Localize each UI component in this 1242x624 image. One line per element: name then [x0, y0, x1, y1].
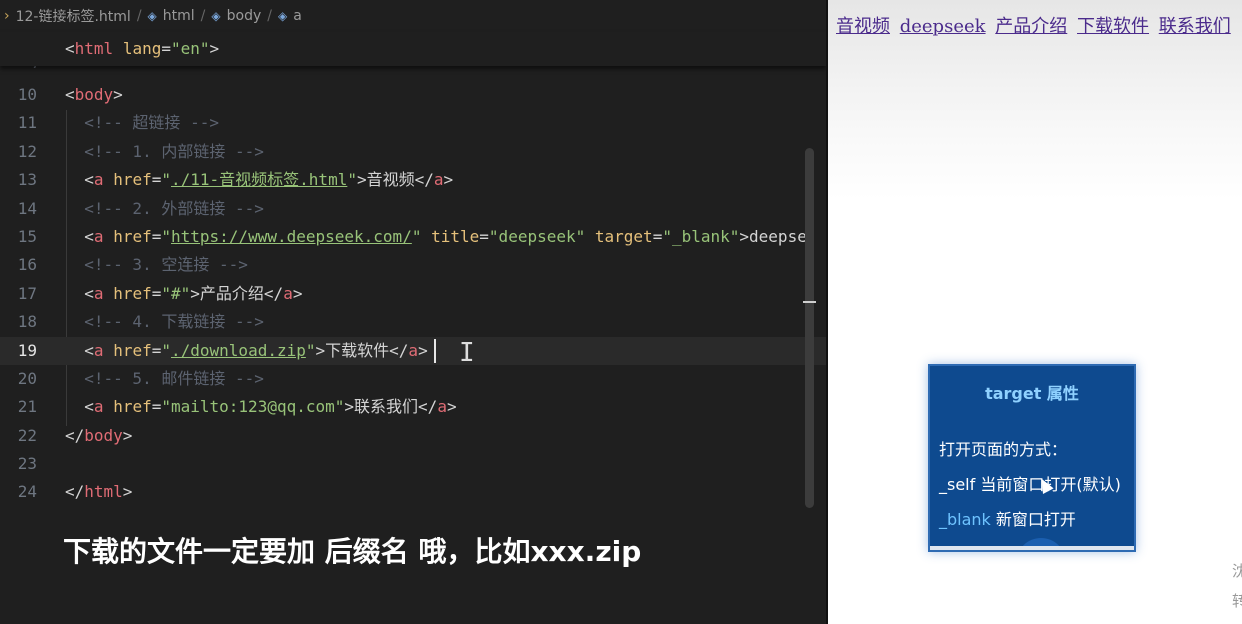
code-editor[interactable]: › 12-链接标签.html / ◈ html / ◈ body / ◈ a <…	[0, 0, 826, 624]
line-number: 15	[17, 226, 37, 246]
line-number: 13	[17, 170, 37, 190]
code-text: <a href="https://www.deepseek.com/" titl…	[84, 226, 807, 246]
video-subtitle: 下载的文件一定要加 后缀名 哦，比如xxx.zip	[63, 535, 642, 568]
line-number: 18	[17, 312, 37, 332]
sticky-scroll-header[interactable]: <html lang="en">	[0, 32, 826, 66]
line-number: 12	[17, 141, 37, 161]
code-line[interactable]: 13 <a href="./11-音视频标签.html">音视频</a>	[0, 166, 826, 194]
link-download-software[interactable]: 下载软件	[1077, 16, 1149, 37]
card-line-self: _self 当前窗口打开(默认)	[939, 471, 1121, 495]
code-line[interactable]: 17 <a href="#">产品介绍</a>	[0, 280, 826, 308]
code-line[interactable]: 18 <!-- 4. 下载链接 -->	[0, 308, 826, 336]
code-text: <a href="./download.zip">下载软件</a>	[84, 340, 428, 360]
code-line[interactable]: 15 <a href="https://www.deepseek.com/" t…	[0, 223, 826, 251]
code-line[interactable]: 22 </body>	[0, 422, 826, 450]
blank-keyword: _blank	[939, 510, 991, 529]
code-line[interactable]: 11 <!-- 超链接 -->	[0, 109, 826, 137]
line-number: 21	[17, 397, 37, 417]
code-line[interactable]: 10 <body>	[0, 81, 826, 109]
card-title: target 属性	[985, 384, 1079, 403]
code-text: <a href="mailto:123@qq.com">联系我们</a>	[84, 397, 457, 417]
code-text: <!-- 超链接 -->	[84, 113, 219, 133]
element-icon: ◈	[277, 9, 288, 23]
code-line[interactable]: 16 <!-- 3. 空连接 -->	[0, 251, 826, 279]
code-text: <!-- 5. 邮件链接 -->	[84, 368, 264, 388]
line-number: 19	[17, 340, 37, 360]
line-number: 17	[17, 283, 37, 303]
code-line[interactable]: 21 <a href="mailto:123@qq.com">联系我们</a>	[0, 393, 826, 421]
edge-glyph: 转	[1232, 592, 1242, 610]
sticky-value: "en"	[170, 39, 210, 58]
preview-links: 音视频 deepseek 产品介绍 下载软件 联系我们	[836, 12, 1235, 38]
breadcrumb-file[interactable]: 12-链接标签.html	[16, 6, 131, 26]
card-line-open-mode: 打开页面的方式：	[939, 440, 1068, 459]
code-text: <body>	[65, 85, 123, 104]
self-keyword: _self	[939, 475, 976, 494]
link-contact-us[interactable]: 联系我们	[1159, 16, 1231, 37]
code-lines[interactable]: 10 <body> 11 <!-- 超链接 --> 12 <!-- 1. 内部链接 -…	[0, 81, 826, 507]
card-bottom-border	[930, 546, 1134, 550]
text-cursor-icon: I	[459, 338, 475, 368]
code-line[interactable]: 19 <a href="./download.zip">下载软件</a>	[0, 336, 826, 365]
edge-cropped-text: 沈 转	[1232, 556, 1242, 616]
line-number: 16	[17, 255, 37, 275]
line-number: 20	[17, 368, 37, 388]
breadcrumb-separator: /	[267, 8, 272, 24]
chevron-right-icon: ›	[4, 8, 10, 24]
breadcrumb-separator: /	[136, 8, 142, 24]
link-product-intro[interactable]: 产品介绍	[995, 16, 1067, 37]
element-icon: ◈	[147, 9, 157, 23]
code-line[interactable]: 23	[0, 450, 826, 478]
caret	[434, 338, 436, 363]
code-text: </body>	[65, 425, 133, 445]
code-text: <!-- 1. 内部链接 -->	[84, 141, 264, 161]
link-audio-video[interactable]: 音视频	[836, 16, 890, 37]
line-number: 14	[17, 198, 37, 218]
vertical-scrollbar[interactable]	[805, 148, 814, 508]
line-number: 24	[17, 482, 37, 502]
edge-glyph: 沈	[1232, 562, 1242, 580]
line-number: 11	[17, 113, 37, 133]
code-line[interactable]: 24 </html>	[0, 478, 826, 506]
sticky-attr: lang	[122, 39, 162, 58]
line-number: 22	[17, 425, 37, 445]
breadcrumb: › 12-链接标签.html / ◈ html / ◈ body / ◈ a	[0, 0, 826, 32]
line-number: 10	[17, 85, 37, 104]
code-line[interactable]: 20 <!-- 5. 邮件链接 -->	[0, 365, 826, 393]
code-text: <!-- 4. 下载链接 -->	[84, 312, 264, 332]
target-attribute-card: target 属性 打开页面的方式： _self 当前窗口打开(默认) _bla…	[928, 364, 1136, 552]
scrollbar-position-marker	[803, 301, 816, 303]
code-text: <!-- 3. 空连接 -->	[84, 255, 248, 275]
blank-description: 新窗口打开	[990, 510, 1076, 529]
code-line[interactable]: 12 <!-- 1. 内部链接 -->	[0, 138, 826, 166]
card-line-blank: _blank 新窗口打开	[939, 506, 1076, 530]
browser-preview[interactable]: 音视频 deepseek 产品介绍 下载软件 联系我们 target 属性 打开…	[826, 0, 1242, 624]
breadcrumb-html[interactable]: html	[163, 8, 195, 24]
sticky-line: <html lang="en">	[65, 39, 220, 58]
code-text: <!-- 2. 外部链接 -->	[84, 198, 264, 218]
code-line[interactable]: 14 <!-- 2. 外部链接 -->	[0, 195, 826, 223]
breadcrumb-body[interactable]: body	[227, 8, 262, 24]
link-deepseek[interactable]: deepseek	[900, 16, 986, 37]
element-icon: ◈	[211, 9, 221, 23]
code-text: <a href="./11-音视频标签.html">音视频</a>	[84, 170, 454, 190]
code-text: <a href="#">产品介绍</a>	[84, 283, 303, 303]
line-number: 23	[17, 454, 37, 474]
breadcrumb-a[interactable]: a	[293, 8, 302, 24]
sticky-tag: html	[74, 39, 114, 58]
breadcrumb-separator: /	[200, 8, 206, 24]
code-text: </html>	[65, 482, 133, 502]
